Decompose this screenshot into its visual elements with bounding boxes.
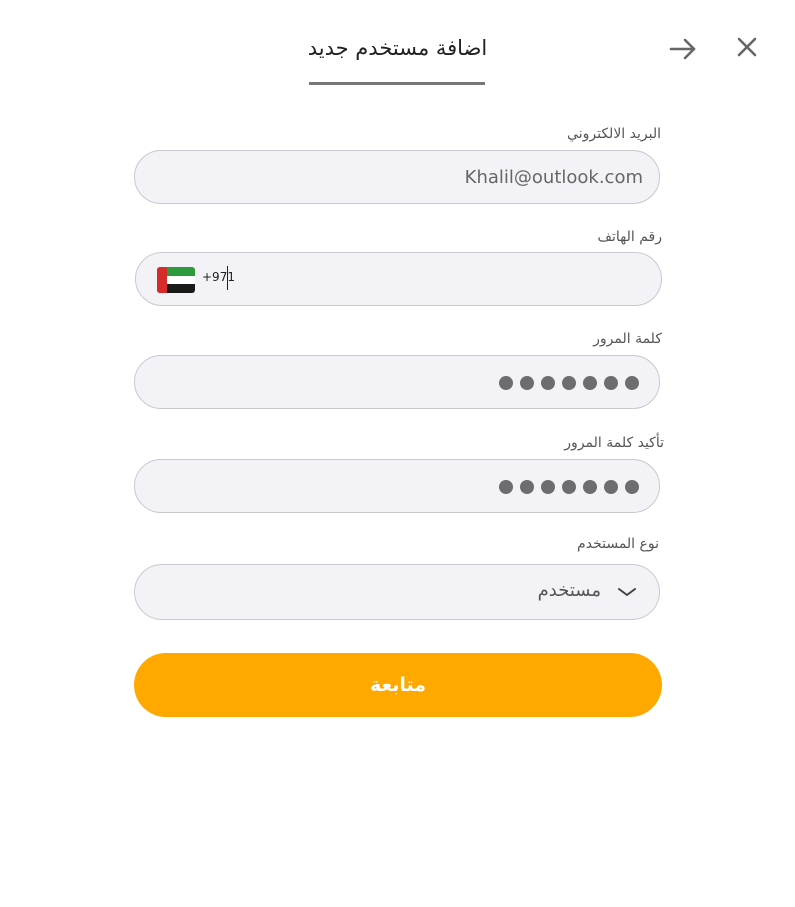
phone-field[interactable]: +971 [135,252,662,306]
confirm-password-field[interactable] [134,459,660,513]
mask-dot [604,480,618,494]
phone-label: رقم الهاتف [597,229,662,245]
mask-dot [541,480,555,494]
user-type-label: نوع المستخدم [577,536,659,552]
mask-dot [625,480,639,494]
country-code: +971 [202,270,235,284]
mask-dot [520,376,534,390]
mask-dot [541,376,555,390]
chevron-down-icon [618,588,636,596]
email-field-container [134,150,660,204]
user-type-select[interactable]: مستخدم [134,564,660,620]
mask-dot [520,480,534,494]
mask-dot [625,376,639,390]
email-label: البريد الالكتروني [567,126,661,142]
page-title: اضافة مستخدم جديد [307,36,488,60]
uae-flag-icon[interactable] [157,267,195,293]
text-caret [227,266,228,290]
mask-dot [562,480,576,494]
continue-button[interactable]: متابعة [134,653,662,717]
mask-dot [583,376,597,390]
user-type-value: مستخدم [537,580,601,601]
confirm-password-mask [499,480,639,494]
mask-dot [604,376,618,390]
password-field[interactable] [134,355,660,409]
password-label: كلمة المرور [593,331,662,347]
mask-dot [499,376,513,390]
confirm-password-label: تأكيد كلمة المرور [564,435,664,451]
title-underline [309,82,485,85]
password-mask [499,376,639,390]
mask-dot [499,480,513,494]
email-field[interactable] [163,151,643,203]
mask-dot [583,480,597,494]
mask-dot [562,376,576,390]
